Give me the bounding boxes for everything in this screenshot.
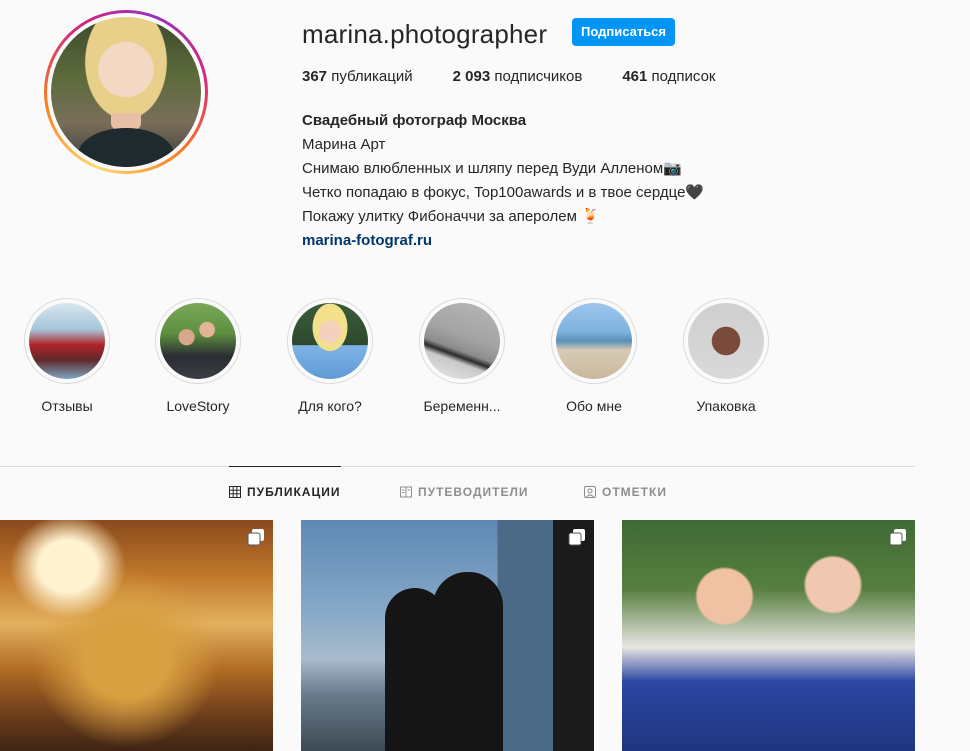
active-tab-indicator — [229, 466, 341, 467]
tagged-icon — [584, 486, 596, 498]
highlight-ring — [551, 298, 637, 384]
post-tile[interactable] — [0, 520, 273, 751]
tab-posts[interactable]: ПУБЛИКАЦИИ — [229, 485, 340, 499]
guide-icon — [400, 486, 412, 498]
tab-guides[interactable]: ПУТЕВОДИТЕЛИ — [400, 485, 529, 499]
bio-line: Четко попадаю в фокус, Top100awards и в … — [302, 184, 705, 201]
bio-link[interactable]: marina-fotograf.ru — [302, 229, 704, 253]
highlight-packaging[interactable]: Упаковка — [671, 298, 781, 414]
highlight-ring — [287, 298, 373, 384]
bio-line: Покажу улитку Фибоначчи за аперолем 🍹 — [302, 208, 600, 225]
highlight-reviews[interactable]: Отзывы — [12, 298, 122, 414]
tab-tagged[interactable]: ОТМЕТКИ — [584, 485, 667, 499]
profile-page: marina.photographer Подписаться 367 публ… — [0, 0, 970, 751]
highlight-pregnancy[interactable]: Беременн... — [407, 298, 517, 414]
highlight-cover — [556, 303, 632, 379]
profile-stats: 367 публикаций 2 093 подписчиков 461 под… — [302, 68, 756, 85]
tab-guides-label: ПУТЕВОДИТЕЛИ — [418, 485, 529, 499]
avatar-photo — [51, 17, 201, 167]
highlight-ring — [683, 298, 769, 384]
bio-title: Свадебный фотограф Москва — [302, 112, 527, 129]
highlight-cover — [688, 303, 764, 379]
highlight-cover — [292, 303, 368, 379]
followers-count: 2 093 — [452, 68, 491, 85]
following-count: 461 — [622, 68, 648, 85]
highlight-about-me[interactable]: Обо мне — [539, 298, 649, 414]
bio-line: Марина Арт — [302, 136, 386, 153]
posts-label: публикаций — [331, 68, 413, 85]
avatar-border — [47, 13, 205, 171]
following-label: подписок — [651, 68, 716, 85]
tabs-divider — [0, 466, 915, 467]
posts-stat: 367 публикаций — [302, 68, 413, 85]
tab-tagged-label: ОТМЕТКИ — [602, 485, 667, 499]
following-stat[interactable]: 461 подписок — [622, 68, 715, 85]
highlight-label: LoveStory — [166, 398, 230, 414]
profile-tabs: ПУБЛИКАЦИИ ПУТЕВОДИТЕЛИ ОТМЕТКИ — [0, 485, 915, 505]
profile-bio: Свадебный фотограф Москва Марина Арт Сни… — [302, 109, 704, 253]
profile-avatar[interactable] — [44, 10, 208, 174]
username: marina.photographer — [302, 19, 548, 49]
carousel-icon — [568, 529, 585, 546]
highlight-for-whom[interactable]: Для кого? — [275, 298, 385, 414]
silhouette-man — [433, 572, 503, 751]
followers-stat[interactable]: 2 093 подписчиков — [453, 68, 583, 85]
highlight-cover — [29, 303, 105, 379]
highlight-lovestory[interactable]: LoveStory — [143, 298, 253, 414]
grid-icon — [229, 486, 241, 498]
carousel-icon — [247, 529, 264, 546]
highlight-ring — [419, 298, 505, 384]
highlight-ring — [24, 298, 110, 384]
highlight-ring — [155, 298, 241, 384]
post-tile[interactable] — [622, 520, 915, 751]
highlight-cover — [424, 303, 500, 379]
post-tile[interactable] — [301, 520, 594, 751]
tab-posts-label: ПУБЛИКАЦИИ — [247, 485, 341, 499]
highlight-label: Беременн... — [423, 398, 501, 414]
followers-label: подписчиков — [494, 68, 583, 85]
highlight-label: Упаковка — [696, 398, 756, 414]
carousel-icon — [889, 529, 906, 546]
highlight-label: Отзывы — [41, 398, 93, 414]
highlight-label: Для кого? — [298, 398, 362, 414]
follow-button[interactable]: Подписаться — [572, 18, 676, 46]
posts-count: 367 — [302, 68, 328, 85]
avatar-shoulders — [78, 128, 174, 167]
bio-line: Снимаю влюбленных и шляпу перед Вуди Алл… — [302, 160, 682, 177]
highlight-cover — [160, 303, 236, 379]
highlight-label: Обо мне — [566, 398, 622, 414]
